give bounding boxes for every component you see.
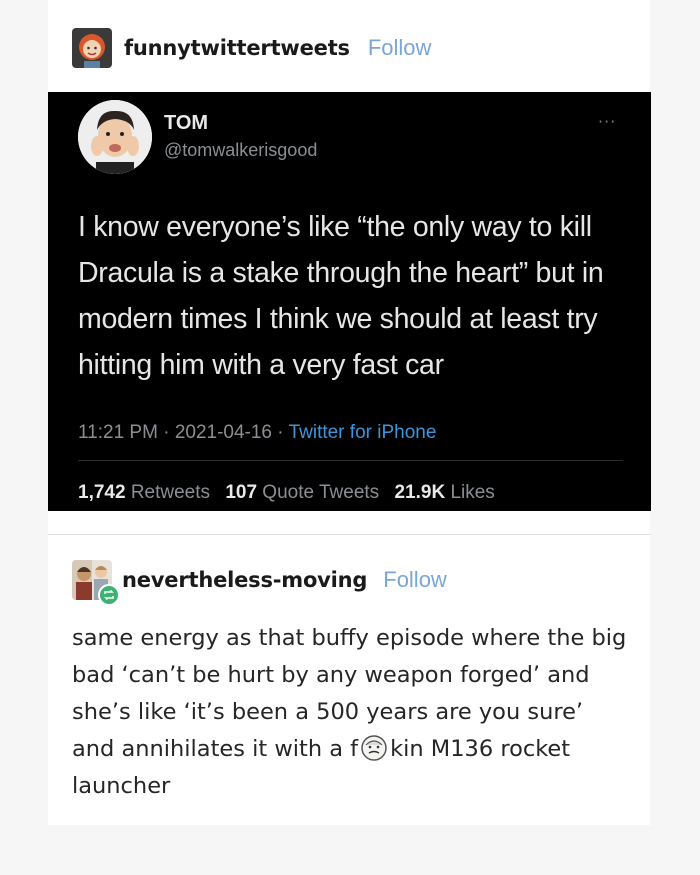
tweet-author-name: TOM: [164, 112, 209, 134]
tweet-avatar-icon: [78, 100, 152, 174]
reblog-header: nevertheless-moving Follow: [72, 560, 447, 606]
user-avatar-icon[interactable]: [72, 28, 112, 68]
tweet-body: I know everyone’s like “the only way to …: [78, 211, 604, 381]
censored-face-icon: [359, 734, 389, 762]
user-avatar-icon[interactable]: [72, 560, 120, 606]
retweets-count: 1,742: [78, 482, 131, 503]
likes-label: Likes: [450, 482, 495, 503]
tweet-author-handle: @tomwalkerisgood: [164, 140, 318, 160]
tweet-divider: [78, 460, 623, 461]
meta-separator: ·: [277, 422, 289, 443]
tweet-source: Twitter for iPhone: [288, 422, 437, 443]
follow-button[interactable]: Follow: [368, 35, 432, 61]
quotes-label: Quote Tweets: [262, 482, 380, 503]
reblog-icon: [98, 584, 120, 606]
post-header: funnytwittertweets Follow: [72, 28, 431, 68]
meta-separator: ·: [163, 422, 175, 443]
quotes-count: 107: [225, 482, 263, 503]
reblog-body: same energy as that buffy episode where …: [72, 620, 632, 805]
post-separator: [48, 534, 651, 535]
retweets-label: Retweets: [130, 482, 211, 503]
post-username[interactable]: nevertheless-moving: [122, 568, 367, 592]
post-username[interactable]: funnytwittertweets: [124, 36, 350, 60]
likes-count: 21.9K: [394, 482, 451, 503]
follow-button[interactable]: Follow: [383, 567, 447, 593]
tweet-date: 2021-04-16: [174, 422, 273, 443]
more-options-icon: ···: [598, 112, 617, 131]
tweet-meta: 11:21 PM · 2021-04-16 · Twitter for iPho…: [78, 422, 436, 444]
tweet-stats: 1,742 Retweets 107 Quote Tweets 21.9K Li…: [78, 482, 495, 504]
tweet-time: 11:21 PM: [78, 422, 158, 443]
tweet-screenshot: TOM @tomwalkerisgood ··· I know everyone…: [48, 92, 651, 511]
